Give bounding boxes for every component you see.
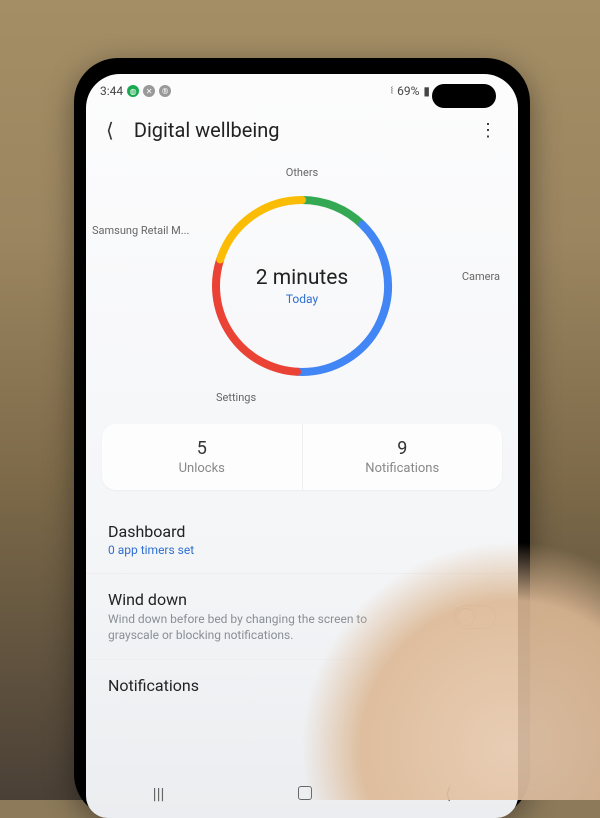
- navigation-bar: ||| ⟨: [86, 776, 518, 810]
- unlocks-value: 5: [102, 438, 302, 459]
- notifications-label: Notifications: [303, 461, 503, 476]
- screen: 3:44 ◍ ✕ ® ⧙ 69% ▮ ⟨ Digital wellbeing ⋮: [86, 74, 518, 818]
- dashboard-item[interactable]: Dashboard 0 app timers set: [86, 506, 518, 573]
- phone-frame: 3:44 ◍ ✕ ® ⧙ 69% ▮ ⟨ Digital wellbeing ⋮: [74, 58, 530, 818]
- dashboard-title: Dashboard: [108, 522, 496, 541]
- status-indicator-icon: ®: [159, 85, 171, 97]
- wind-down-title: Wind down: [108, 590, 388, 609]
- battery-percentage: 69%: [397, 84, 419, 98]
- ring-center: 2 minutes Today: [256, 266, 349, 306]
- notifications-item[interactable]: Notifications: [86, 659, 518, 711]
- notifications-value: 9: [303, 438, 503, 459]
- unlocks-stat[interactable]: 5 Unlocks: [102, 424, 302, 490]
- stats-row: 5 Unlocks 9 Notifications: [102, 424, 502, 490]
- wifi-icon: ⧙: [391, 84, 393, 98]
- dashboard-subtitle: 0 app timers set: [108, 543, 496, 557]
- notifications-title: Notifications: [108, 676, 496, 695]
- ring-label-camera: Camera: [462, 270, 500, 283]
- wind-down-item[interactable]: Wind down Wind down before bed by changi…: [86, 573, 518, 659]
- back-button[interactable]: ⟨: [100, 114, 120, 146]
- total-usage-period: Today: [256, 292, 349, 306]
- camera-cutout: [432, 84, 496, 108]
- ring-label-settings: Settings: [216, 391, 256, 404]
- status-indicator-icon: ◍: [127, 85, 139, 97]
- ring-label-samsung-retail: Samsung Retail M...: [92, 224, 189, 237]
- page-title: Digital wellbeing: [134, 118, 457, 142]
- battery-icon: ▮: [423, 84, 430, 98]
- status-time: 3:44: [100, 84, 123, 98]
- total-usage-value: 2 minutes: [256, 266, 349, 290]
- unlocks-label: Unlocks: [102, 461, 302, 476]
- wind-down-description: Wind down before bed by changing the scr…: [108, 611, 388, 643]
- wind-down-toggle[interactable]: [454, 605, 496, 629]
- ring-label-others: Others: [286, 166, 318, 179]
- notifications-stat[interactable]: 9 Notifications: [302, 424, 503, 490]
- usage-ring-chart[interactable]: 2 minutes Today Others Camera Settings S…: [86, 162, 518, 410]
- settings-list: Dashboard 0 app timers set Wind down Win…: [86, 506, 518, 711]
- more-options-button[interactable]: ⋮: [471, 116, 504, 145]
- status-indicator-icon: ✕: [143, 85, 155, 97]
- nav-home-button[interactable]: [298, 786, 312, 800]
- toggle-knob: [457, 608, 475, 626]
- app-header: ⟨ Digital wellbeing ⋮: [86, 108, 518, 156]
